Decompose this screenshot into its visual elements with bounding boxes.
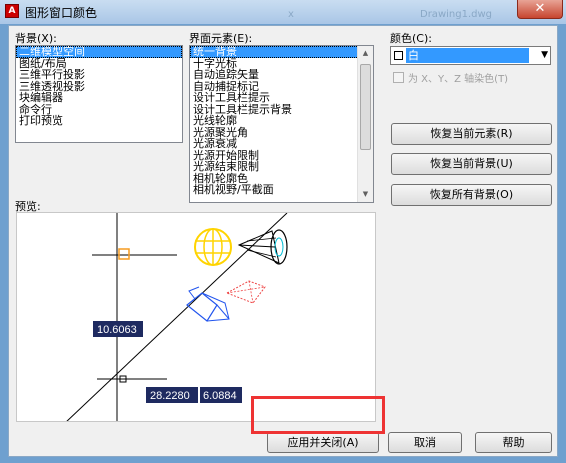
- restore-context-button[interactable]: 恢复当前背景(U): [391, 153, 552, 175]
- tint-xyz-checkbox[interactable]: [393, 72, 404, 83]
- light-bulb-icon: [194, 228, 232, 266]
- list-item[interactable]: 打印预览: [16, 115, 182, 127]
- restore-all-button[interactable]: 恢复所有背景(O): [391, 184, 552, 206]
- app-icon: A: [5, 4, 19, 18]
- list-item[interactable]: 光源衰减: [190, 138, 373, 150]
- restore-element-button[interactable]: 恢复当前元素(R): [391, 123, 552, 145]
- color-swatch: [394, 51, 403, 60]
- dimension-left-value: 10.6063: [97, 324, 137, 336]
- dimension-bottom-value-2: 6.0884: [203, 390, 237, 402]
- camera-frustum-icon: [225, 280, 266, 304]
- preview-canvas: 10.6063 28.2280 6.0884: [16, 212, 376, 422]
- chevron-down-icon: ▼: [541, 50, 548, 60]
- dimension-bottom-value-1: 28.2280: [150, 390, 190, 402]
- highlight-frame: [251, 396, 385, 434]
- color-value: 白: [406, 48, 529, 63]
- list-item[interactable]: 二维模型空间: [16, 46, 182, 58]
- list-item[interactable]: 块编辑器: [16, 92, 182, 104]
- interface-element-list[interactable]: 统一背景 十字光标 自动追踪矢量 自动捕捉标记 设计工具栏提示 设计工具栏提示背…: [189, 45, 374, 203]
- cancel-button[interactable]: 取消: [388, 432, 462, 453]
- scroll-down-icon[interactable]: ▼: [358, 187, 373, 202]
- scroll-thumb[interactable]: [360, 64, 371, 150]
- scroll-up-icon[interactable]: ▲: [358, 46, 373, 61]
- window-title: 图形窗口颜色: [25, 6, 98, 20]
- dialog-client-area: 背景(X): 二维模型空间 图纸/布局 三维平行投影 三维透视投影 块编辑器 命…: [8, 25, 558, 457]
- list-item[interactable]: 光线轮廓: [190, 115, 373, 127]
- preview-drawing: 10.6063 28.2280 6.0884: [66, 213, 288, 421]
- list-item[interactable]: 相机视野/平截面: [190, 184, 373, 196]
- background-window-title: x: [288, 9, 294, 20]
- background-context-list[interactable]: 二维模型空间 图纸/布局 三维平行投影 三维透视投影 块编辑器 命令行 打印预览: [15, 45, 183, 143]
- list-item[interactable]: 光源结束限制: [190, 161, 373, 173]
- title-bar[interactable]: A 图形窗口颜色 x Drawing1.dwg ✕: [0, 0, 566, 24]
- color-label: 颜色(C):: [390, 32, 432, 45]
- background-window-title: Drawing1.dwg: [420, 9, 492, 20]
- list-item[interactable]: 自动追踪矢量: [190, 69, 373, 81]
- list-item[interactable]: 三维平行投影: [16, 69, 182, 81]
- dialog-window: A 图形窗口颜色 x Drawing1.dwg ✕ 背景(X): 二维模型空间 …: [0, 0, 566, 463]
- color-dropdown[interactable]: 白 ▼: [390, 46, 551, 65]
- close-button[interactable]: ✕: [517, 0, 563, 19]
- background-context-label: 背景(X):: [15, 32, 57, 45]
- spotlight-icon: [237, 229, 288, 265]
- list-item[interactable]: 统一背景: [190, 46, 373, 58]
- apply-close-button[interactable]: 应用并关闭(A): [267, 432, 379, 453]
- tint-xyz-label: 为 X、Y、Z 轴染色(T): [408, 74, 509, 85]
- grip-marker-icon: [118, 248, 130, 260]
- list-scrollbar[interactable]: ▲ ▼: [357, 46, 373, 202]
- camera-icon: [186, 286, 230, 322]
- list-item[interactable]: 设计工具栏提示: [190, 92, 373, 104]
- interface-element-label: 界面元素(E):: [189, 32, 253, 45]
- help-button[interactable]: 帮助: [475, 432, 552, 453]
